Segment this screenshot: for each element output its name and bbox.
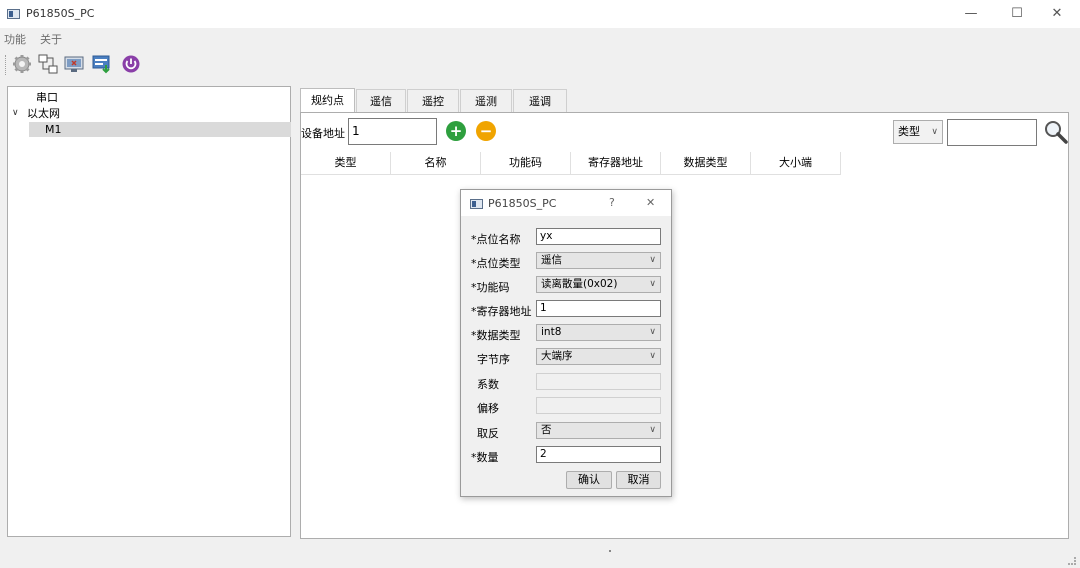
chevron-down-icon: ∨ bbox=[931, 127, 938, 137]
chevron-down-icon: ∨ bbox=[649, 255, 656, 265]
dialog-close-button[interactable]: ✕ bbox=[646, 196, 655, 209]
close-button[interactable]: ✕ bbox=[1037, 2, 1077, 26]
col-header-endianness[interactable]: 大小端 bbox=[751, 152, 841, 174]
menu-about[interactable]: 关于 bbox=[40, 31, 62, 47]
maximize-button[interactable]: ☐ bbox=[997, 2, 1037, 26]
col-header-name[interactable]: 名称 bbox=[391, 152, 481, 174]
network-icon[interactable] bbox=[38, 54, 58, 74]
chevron-down-icon[interactable]: ∨ bbox=[12, 106, 19, 121]
toolbar-grip[interactable] bbox=[5, 55, 9, 75]
device-address-input[interactable]: 1 bbox=[348, 118, 437, 145]
byte-order-select[interactable]: 大端序 ∨ bbox=[536, 348, 661, 365]
coefficient-label: 系数 bbox=[477, 378, 499, 391]
tab-telecontrol[interactable]: 遥控 bbox=[407, 89, 459, 112]
window-title: P61850S_PC bbox=[26, 7, 95, 20]
tab-content bbox=[300, 112, 1069, 539]
chevron-down-icon: ∨ bbox=[649, 279, 656, 289]
power-icon[interactable] bbox=[121, 54, 141, 74]
tab-telemetry[interactable]: 遥测 bbox=[460, 89, 512, 112]
register-address-input[interactable]: 1 bbox=[536, 300, 661, 317]
col-header-function-code[interactable]: 功能码 bbox=[481, 152, 571, 174]
point-name-label: *点位名称 bbox=[471, 233, 521, 246]
cancel-button[interactable]: 取消 bbox=[616, 471, 661, 489]
point-type-label: *点位类型 bbox=[471, 257, 521, 270]
download-icon[interactable] bbox=[92, 54, 112, 74]
function-code-select[interactable]: 读离散量(0x02) ∨ bbox=[536, 276, 661, 293]
point-name-input[interactable]: yx bbox=[536, 228, 661, 245]
menu-bar: 功能 关于 bbox=[0, 28, 1080, 48]
title-bar: P61850S_PC — ☐ ✕ bbox=[0, 0, 1080, 28]
offset-label: 偏移 bbox=[477, 402, 499, 415]
tree-item-label: 以太网 bbox=[27, 107, 60, 120]
grid-header: 类型 名称 功能码 寄存器地址 数据类型 大小端 bbox=[301, 152, 841, 175]
device-address-label: 设备地址 bbox=[301, 127, 345, 140]
col-header-type[interactable]: 类型 bbox=[301, 152, 391, 174]
dialog-title-bar: P61850S_PC ? ✕ bbox=[461, 190, 671, 216]
tab-telesignal[interactable]: 遥信 bbox=[356, 89, 406, 112]
chevron-down-icon: ∨ bbox=[649, 351, 656, 361]
add-point-dialog: P61850S_PC ? ✕ *点位名称 yx *点位类型 遥信 ∨ *功能码 读… bbox=[460, 189, 672, 497]
data-type-label: *数据类型 bbox=[471, 329, 521, 342]
menu-function[interactable]: 功能 bbox=[4, 31, 26, 47]
tree-item-ethernet[interactable]: ∨ 以太网 bbox=[8, 106, 290, 121]
minimize-button[interactable]: — bbox=[951, 2, 991, 26]
tree-item-serial[interactable]: 串口 bbox=[36, 90, 58, 105]
col-header-register-address[interactable]: 寄存器地址 bbox=[571, 152, 661, 174]
invert-label: 取反 bbox=[477, 427, 499, 440]
resize-grip[interactable] bbox=[1068, 557, 1076, 565]
dialog-title: P61850S_PC bbox=[488, 197, 557, 210]
toolbar bbox=[0, 48, 1080, 82]
quantity-label: *数量 bbox=[471, 451, 499, 464]
offset-input bbox=[536, 397, 661, 414]
register-address-label: *寄存器地址 bbox=[471, 305, 532, 318]
status-bar bbox=[0, 546, 1080, 568]
search-input[interactable] bbox=[947, 119, 1037, 146]
invert-select[interactable]: 否 ∨ bbox=[536, 422, 661, 439]
chevron-down-icon: ∨ bbox=[649, 425, 656, 435]
help-button[interactable]: ? bbox=[609, 196, 615, 209]
search-icon[interactable] bbox=[1043, 119, 1069, 145]
tree-item-label: M1 bbox=[45, 123, 62, 136]
monitor-icon[interactable] bbox=[64, 54, 84, 74]
chevron-down-icon: ∨ bbox=[649, 327, 656, 337]
byte-order-label: 字节序 bbox=[477, 353, 510, 366]
add-icon[interactable]: + bbox=[446, 121, 466, 141]
point-type-select[interactable]: 遥信 ∨ bbox=[536, 252, 661, 269]
tree-item-m1[interactable]: M1 bbox=[29, 122, 291, 137]
status-separator bbox=[609, 550, 611, 552]
app-icon bbox=[470, 199, 483, 209]
tab-protocol-points[interactable]: 规约点 bbox=[300, 88, 355, 113]
col-header-data-type[interactable]: 数据类型 bbox=[661, 152, 751, 174]
gear-icon[interactable] bbox=[12, 54, 32, 74]
type-filter-select[interactable]: 类型 ∨ bbox=[893, 120, 943, 144]
confirm-button[interactable]: 确认 bbox=[566, 471, 612, 489]
coefficient-input bbox=[536, 373, 661, 390]
data-type-select[interactable]: int8 ∨ bbox=[536, 324, 661, 341]
function-code-label: *功能码 bbox=[471, 281, 510, 294]
remove-icon[interactable]: − bbox=[476, 121, 496, 141]
tab-teleadjust[interactable]: 遥调 bbox=[513, 89, 567, 112]
app-icon bbox=[7, 9, 20, 19]
quantity-input[interactable]: 2 bbox=[536, 446, 661, 463]
device-tree[interactable]: 串口 ∨ 以太网 M1 bbox=[7, 86, 291, 537]
